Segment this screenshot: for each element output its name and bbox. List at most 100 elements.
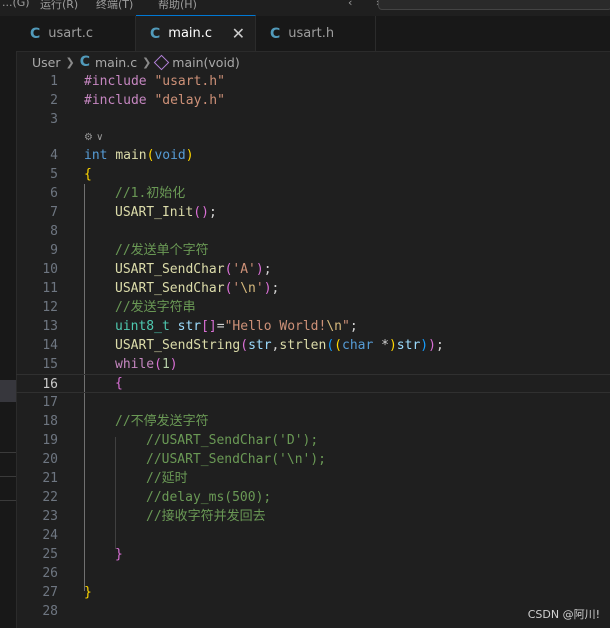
- token: USART_SendChar: [115, 262, 225, 277]
- token: ): [201, 205, 209, 220]
- breadcrumb-symbol[interactable]: main(void): [154, 54, 240, 70]
- token: str: [248, 338, 272, 353]
- command-center[interactable]: [378, 0, 610, 10]
- token: ": [342, 319, 350, 334]
- activity-item-selected[interactable]: [0, 380, 16, 402]
- token: ': [255, 281, 264, 296]
- code-line-12: //发送字符串: [115, 298, 196, 317]
- code-line-1: #include "usart.h": [84, 72, 225, 91]
- token: char: [342, 338, 374, 353]
- token: //delay_ms(500);: [146, 490, 272, 505]
- token: (: [334, 338, 342, 353]
- tab-usart-c[interactable]: C usart.c: [16, 16, 136, 51]
- breadcrumb: User ❯ C main.c ❯ main(void): [16, 52, 610, 72]
- tab-main-c[interactable]: C main.c ✕: [136, 15, 256, 51]
- token: int: [84, 148, 108, 163]
- breadcrumb-file-label: main.c: [95, 54, 138, 70]
- token: #include: [84, 93, 147, 108]
- menu-item-go[interactable]: ...(G): [2, 0, 30, 9]
- close-icon[interactable]: ✕: [232, 24, 245, 43]
- code-line-14: USART_SendString(str,strlen((char *)str)…: [115, 336, 444, 355]
- token: (: [240, 338, 249, 353]
- token: ;: [349, 319, 358, 334]
- token: {: [115, 376, 123, 391]
- code-line-10: USART_SendChar('A');: [115, 260, 272, 279]
- code-line-16: {: [115, 374, 123, 393]
- breadcrumb-symbol-label: main(void): [172, 54, 240, 70]
- token: //1.初始化: [115, 186, 186, 201]
- code-line-20: //USART_SendChar('\n');: [146, 450, 326, 469]
- line-number: 3: [50, 112, 58, 127]
- tab-label: main.c: [168, 26, 213, 41]
- token: main: [115, 148, 147, 163]
- token: USART_SendString: [115, 338, 241, 353]
- token: //发送单个字符: [115, 243, 209, 258]
- token: #include: [84, 74, 147, 89]
- code-line-2: #include "delay.h": [84, 91, 225, 110]
- token: ;: [263, 262, 272, 277]
- token: str: [396, 338, 421, 353]
- c-file-icon: C: [30, 25, 41, 42]
- line-number: 24: [42, 528, 58, 543]
- chevron-right-icon: ❯: [142, 55, 152, 69]
- token: strlen: [279, 338, 327, 353]
- token: (: [154, 357, 162, 372]
- line-number: 8: [50, 224, 58, 239]
- code-line-22: //delay_ms(500);: [146, 488, 271, 507]
- token: ): [185, 148, 194, 163]
- activity-divider: [0, 452, 16, 453]
- c-file-icon: C: [270, 25, 281, 42]
- token: \n: [240, 281, 256, 296]
- token: []: [201, 319, 217, 334]
- activity-divider: [0, 476, 16, 477]
- token: }: [115, 547, 123, 562]
- token: uint8_t: [115, 319, 170, 334]
- menu-item-help[interactable]: 帮助(H): [158, 0, 197, 12]
- token: ): [263, 281, 272, 296]
- token: while: [115, 357, 155, 372]
- line-number: 26: [42, 566, 58, 581]
- token: 'A': [232, 262, 256, 277]
- code-line-4: int main(void): [84, 146, 194, 165]
- breadcrumb-folder[interactable]: User: [32, 55, 61, 70]
- tab-bar: C usart.c C main.c ✕ C usart.h: [16, 15, 610, 52]
- token: "usart.h": [154, 74, 225, 89]
- token: //发送字符串: [115, 300, 196, 315]
- menu-item-terminal[interactable]: 终端(T): [96, 0, 133, 12]
- token: ;: [271, 281, 280, 296]
- tab-label: usart.c: [48, 26, 93, 41]
- token: (: [326, 338, 335, 353]
- token: 1: [161, 357, 170, 372]
- token: //USART_SendChar('D');: [146, 433, 319, 448]
- menu-item-run[interactable]: 运行(R): [40, 0, 78, 12]
- more-icon[interactable]: [0, 408, 16, 410]
- token: "Hello World!: [224, 319, 327, 334]
- token: //延时: [146, 471, 188, 486]
- code-line-25: }: [115, 545, 123, 564]
- code-lens[interactable]: ⚙ ∨: [84, 132, 103, 143]
- code-line-21: //延时: [146, 469, 188, 488]
- token: //USART_SendChar('\n');: [146, 452, 327, 467]
- token: "delay.h": [154, 93, 225, 108]
- activity-bar: [0, 16, 17, 628]
- code-editor[interactable]: 1 2 3 4 5 6 7 8 9 10 11 12 13 14 15 16 1…: [16, 72, 610, 628]
- token: ): [255, 262, 264, 277]
- token: ;: [435, 338, 444, 353]
- code-line-7: USART_Init();: [115, 203, 217, 222]
- code-line-18: //不停发送字符: [115, 412, 209, 431]
- line-number: 28: [42, 604, 58, 619]
- token: ): [169, 357, 178, 372]
- token: ): [428, 338, 436, 353]
- method-cube-icon: [154, 54, 170, 70]
- token: str: [177, 319, 202, 334]
- token: //不停发送字符: [115, 414, 209, 429]
- token: //接收字符并发回去: [146, 509, 266, 524]
- tab-usart-h[interactable]: C usart.h: [256, 16, 376, 51]
- breadcrumb-file[interactable]: C main.c: [80, 54, 137, 70]
- token: }: [84, 585, 92, 600]
- code-line-5: {: [84, 165, 92, 184]
- token: (: [193, 205, 202, 220]
- code-line-19: //USART_SendChar('D');: [146, 431, 318, 450]
- code-line-27: }: [84, 583, 92, 602]
